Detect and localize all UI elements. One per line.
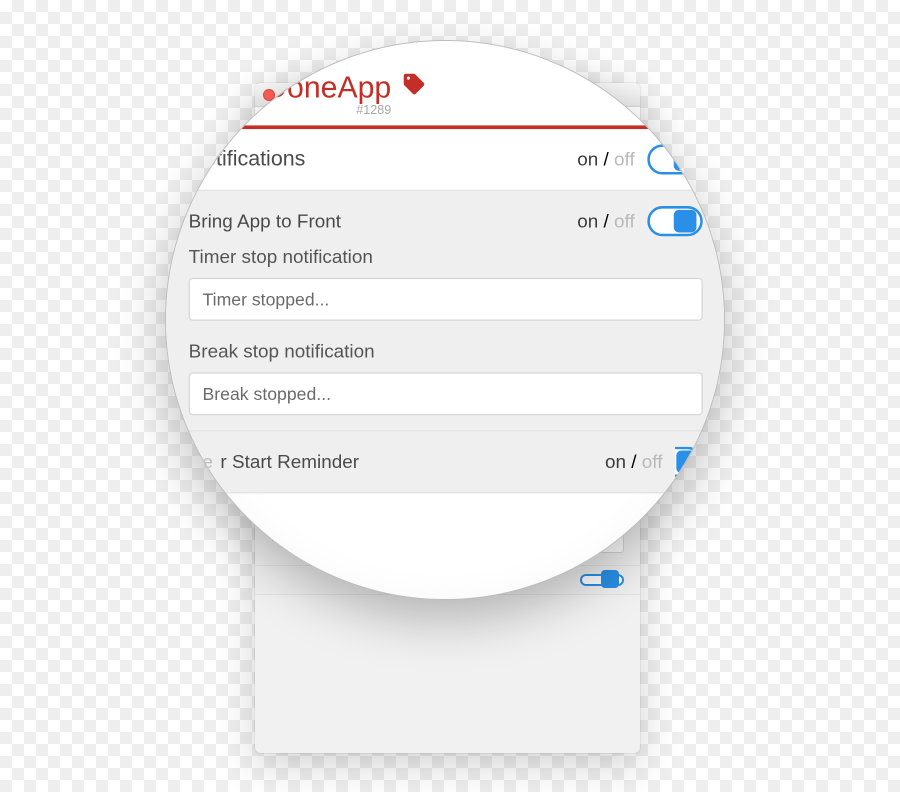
reminder-section: Rer Start Reminder on / off [166,432,725,494]
tag-icon [401,71,426,103]
timer-stop-input[interactable] [189,278,703,321]
bring-front-label: Bring App to Front [189,210,341,231]
bring-front-toggle[interactable] [647,206,702,236]
magnifier-lens: PomoDoneApp #1289 Notifications on / off [165,40,725,600]
timer-stop-label: Timer stop notification [189,246,703,267]
break-stop-label: Break stop notification [189,341,703,362]
notifications-section: Notifications on / off [166,129,725,191]
app-header-zoom: PomoDoneApp #1289 [166,41,725,129]
menu-icon[interactable] [683,74,706,97]
bring-front-section: Bring App to Front on / off Timer stop n… [166,191,725,432]
notifications-label: Notifications [189,147,306,172]
add-button[interactable] [645,71,668,100]
peek-toggle[interactable] [580,574,624,586]
start-reminder-toggle[interactable] [675,447,703,477]
brand-name: PomoDoneApp [186,71,391,106]
break-stop-input[interactable] [189,372,703,415]
notifications-toggle[interactable] [647,144,702,174]
